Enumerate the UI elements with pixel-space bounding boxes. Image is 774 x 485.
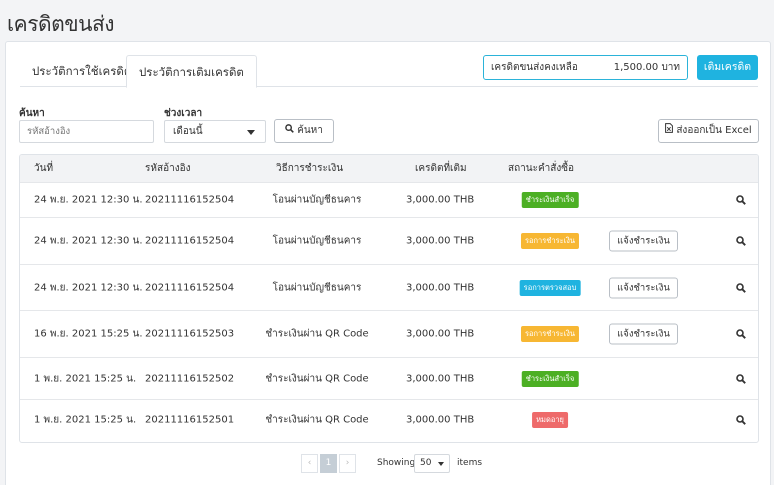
credit-balance-box: เครดิตขนส่งคงเหลือ 1,500.00 บาท: [483, 55, 688, 80]
table-row: 24 พ.ย. 2021 12:30 น. 20211116152504 โอนผ่…: [20, 217, 758, 264]
export-excel-label: ส่งออกเป็น Excel: [676, 125, 752, 136]
table-header: วันที่ รหัสอ้างอิง วิธีการชำระเงิน เครดิ…: [20, 155, 758, 182]
table-row: 16 พ.ย. 2021 15:25 น. 20211116152503 ชำระเ…: [20, 310, 758, 357]
cell-payment-method: ชำระเงินผ่าน QR Code: [265, 414, 369, 426]
notify-payment-button[interactable]: แจ้งชำระเงิน: [609, 323, 678, 345]
excel-file-icon: [665, 120, 674, 142]
table-row: 24 พ.ย. 2021 12:30 น. 20211116152504 โอนผ่…: [20, 182, 758, 217]
tab-credit-usage-history[interactable]: ประวัติการใช้เครดิต: [20, 55, 143, 87]
cell-payment-method: ชำระเงินผ่าน QR Code: [265, 328, 369, 340]
period-select-value: เดือนนี้: [173, 126, 203, 137]
status-badge: ชำระเงินสำเร็จ: [521, 370, 579, 387]
per-page-value: 50: [420, 458, 432, 468]
cell-payment-method: ชำระเงินผ่าน QR Code: [265, 373, 369, 384]
cell-reference: 20211116152504: [145, 282, 235, 293]
column-header-date: วันที่: [34, 163, 54, 174]
cell-reference: 20211116152504: [145, 194, 235, 206]
status-badge: รอการตรวจสอบ: [519, 279, 581, 296]
search-button[interactable]: ค้นหา: [274, 119, 334, 143]
search-icon: [285, 120, 294, 142]
tab-credit-topup-history[interactable]: ประวัติการเติมเครดิต: [126, 55, 257, 88]
cell-credit-added: 3,000.00 THB: [406, 235, 475, 247]
items-label: items: [457, 458, 483, 468]
cell-credit-added: 3,000.00 THB: [406, 194, 475, 206]
showing-label: Showing: [377, 458, 416, 468]
cell-date: 24 พ.ย. 2021 12:30 น.: [34, 282, 143, 293]
table-row: 1 พ.ย. 2021 15:25 น. 20211116152501 ชำระเง…: [20, 399, 758, 440]
magnifier-icon[interactable]: [736, 415, 746, 425]
chevron-down-icon: [438, 462, 444, 466]
magnifier-icon[interactable]: [736, 195, 746, 205]
notify-payment-button[interactable]: แจ้งชำระเงิน: [609, 277, 678, 298]
cell-date: 1 พ.ย. 2021 15:25 น.: [34, 373, 137, 384]
cell-reference: 20211116152503: [145, 328, 235, 340]
cell-date: 24 พ.ย. 2021 12:30 น.: [34, 235, 143, 247]
cell-date: 24 พ.ย. 2021 12:30 น.: [34, 194, 143, 206]
chevron-down-icon: [247, 130, 255, 135]
cell-credit-added: 3,000.00 THB: [406, 282, 475, 293]
column-header-payment-method: วิธีการชำระเงิน: [276, 163, 344, 174]
search-input[interactable]: [19, 120, 154, 143]
cell-reference: 20211116152504: [145, 235, 235, 247]
column-header-reference: รหัสอ้างอิง: [145, 163, 191, 174]
magnifier-icon[interactable]: [736, 373, 746, 384]
topup-history-table: วันที่ รหัสอ้างอิง วิธีการชำระเงิน เครดิ…: [19, 154, 759, 443]
status-badge: รอการชำระเงิน: [520, 233, 580, 249]
notify-payment-button[interactable]: แจ้งชำระเงิน: [609, 230, 678, 252]
cell-date: 1 พ.ย. 2021 15:25 น.: [34, 414, 137, 426]
cell-credit-added: 3,000.00 THB: [406, 373, 475, 384]
period-label: ช่วงเวลา: [164, 108, 203, 119]
pagination-next[interactable]: ›: [339, 454, 356, 473]
export-excel-button[interactable]: ส่งออกเป็น Excel: [658, 119, 759, 143]
status-badge: รอการชำระเงิน: [520, 326, 580, 342]
pagination-prev[interactable]: ‹: [301, 454, 318, 473]
cell-payment-method: โอนผ่านบัญชีธนคาร: [272, 194, 362, 206]
cell-credit-added: 3,000.00 THB: [406, 328, 475, 340]
magnifier-icon[interactable]: [736, 282, 746, 293]
status-badge: หมดอายุ: [532, 412, 568, 428]
table-row: 24 พ.ย. 2021 12:30 น. 20211116152504 โอนผ่…: [20, 264, 758, 310]
per-page-select[interactable]: 50: [414, 454, 450, 473]
cell-credit-added: 3,000.00 THB: [406, 414, 475, 426]
period-select[interactable]: เดือนนี้: [164, 120, 266, 143]
cell-payment-method: โอนผ่านบัญชีธนคาร: [272, 235, 362, 247]
credit-balance-value: 1,500.00 บาท: [613, 62, 680, 73]
search-label: ค้นหา: [19, 108, 45, 119]
column-header-credit-added: เครดิตที่เติม: [415, 163, 467, 174]
column-header-order-status: สถานะคำสั่งซื้อ: [508, 163, 575, 174]
magnifier-icon[interactable]: [736, 329, 746, 339]
search-button-label: ค้นหา: [297, 125, 323, 136]
status-badge: ชำระเงินสำเร็จ: [521, 192, 579, 208]
cell-payment-method: โอนผ่านบัญชีธนคาร: [272, 282, 362, 293]
cell-reference: 20211116152502: [145, 373, 235, 384]
page-title: เครดิตขนส่ง: [7, 12, 115, 36]
topup-credit-button[interactable]: เติมเครดิต: [697, 55, 758, 80]
magnifier-icon[interactable]: [736, 236, 746, 246]
table-row: 1 พ.ย. 2021 15:25 น. 20211116152502 ชำระเง…: [20, 357, 758, 399]
main-panel: ประวัติการใช้เครดิต ประวัติการเติมเครดิต…: [5, 41, 771, 485]
pagination-page-current[interactable]: 1: [320, 454, 337, 473]
cell-date: 16 พ.ย. 2021 15:25 น.: [34, 328, 143, 340]
cell-reference: 20211116152501: [145, 414, 235, 426]
credit-balance-label: เครดิตขนส่งคงเหลือ: [491, 62, 578, 73]
